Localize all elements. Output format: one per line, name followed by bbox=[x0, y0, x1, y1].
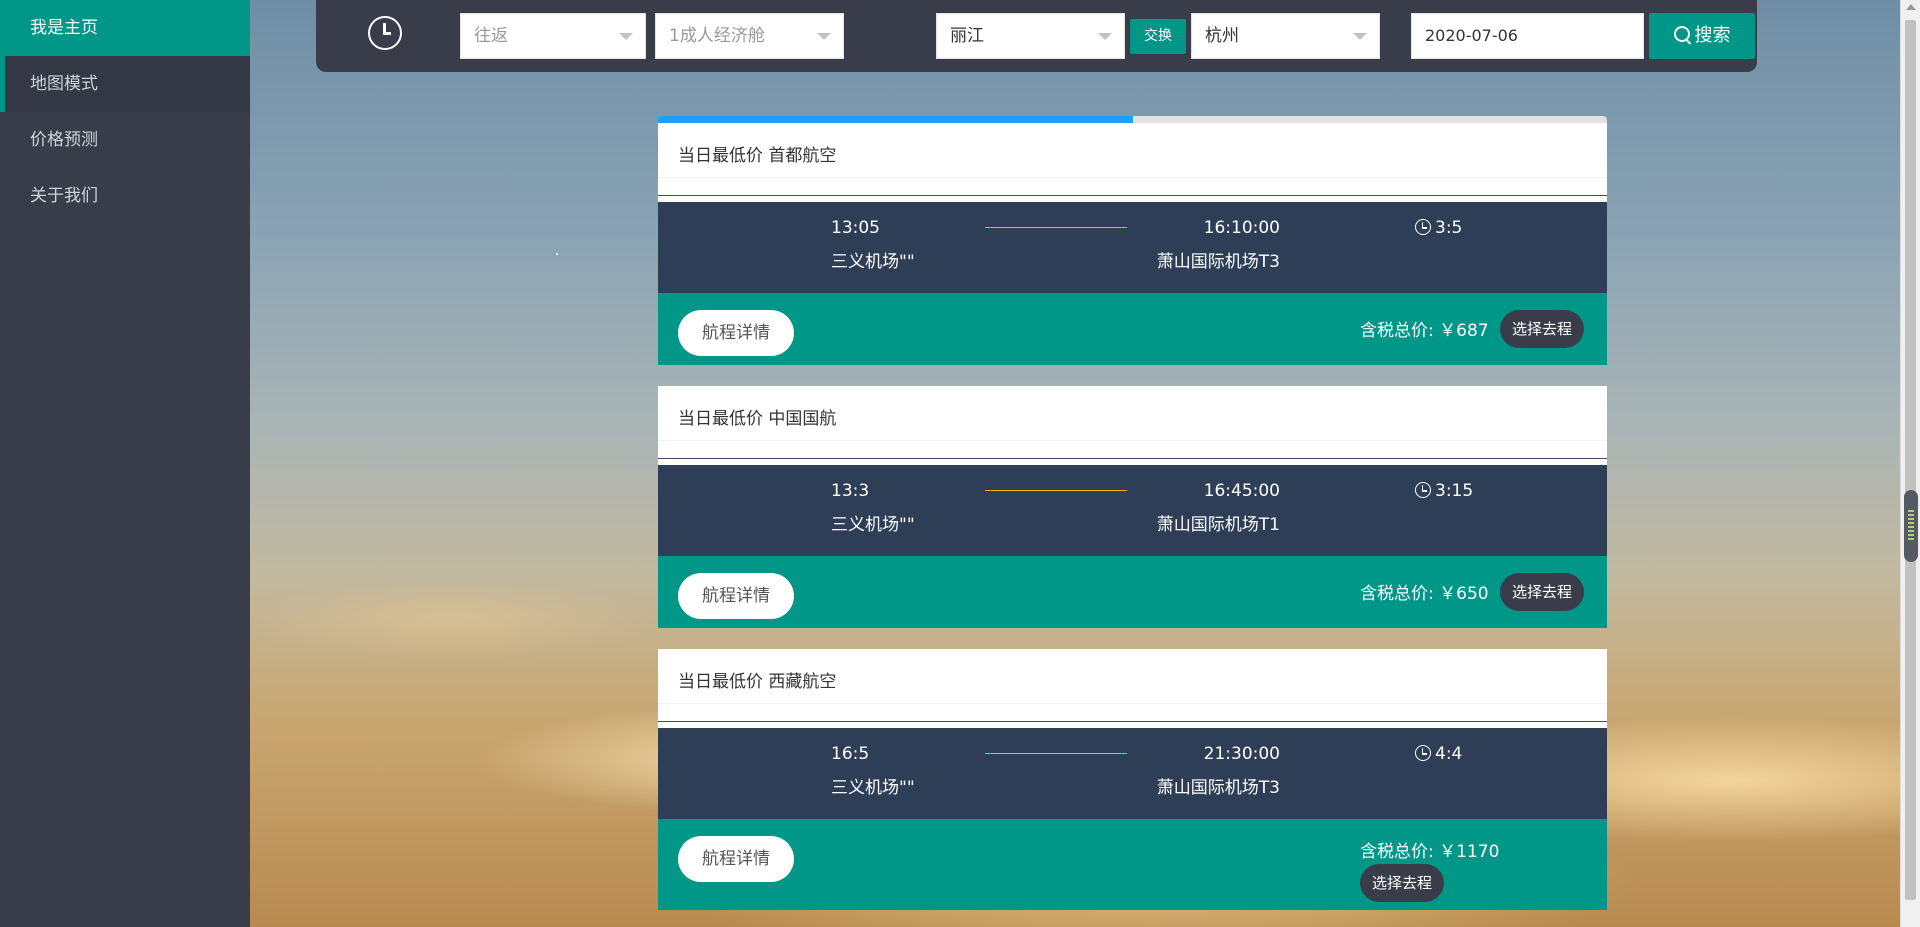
flight-duration: 4:4 bbox=[1415, 744, 1462, 764]
sidebar-item-map-mode[interactable]: 地图模式 bbox=[0, 56, 250, 112]
flight-card-header: 当日最低价 首都航空 bbox=[658, 123, 1607, 195]
trip-type-select[interactable]: 往返 bbox=[460, 13, 646, 59]
clock-icon bbox=[1415, 745, 1431, 761]
select-outbound-button[interactable]: 选择去程 bbox=[1360, 864, 1444, 902]
cabin-select[interactable]: 1成人经济舱 bbox=[655, 13, 844, 59]
divider bbox=[658, 703, 1607, 704]
departure-time: 13:05 bbox=[831, 218, 880, 238]
route-line bbox=[985, 753, 1127, 754]
divider bbox=[658, 458, 1607, 465]
sidebar: 我是主页 地图模式 价格预测 关于我们 bbox=[0, 0, 250, 927]
departure-time: 16:5 bbox=[831, 744, 870, 764]
select-outbound-button[interactable]: 选择去程 bbox=[1500, 573, 1584, 611]
arrival-airport: 萧山国际机场T1 bbox=[1156, 515, 1280, 535]
background-speck bbox=[556, 253, 558, 255]
flight-card: 当日最低价 中国国航 13:3 三义机场"" 16:45:00 萧山国际机场T1… bbox=[658, 386, 1607, 628]
sidebar-item-home[interactable]: 我是主页 bbox=[0, 0, 250, 56]
flight-info: 16:5 三义机场"" 21:30:00 萧山国际机场T3 4:4 bbox=[658, 728, 1607, 819]
total-price: 含税总价: ￥650 bbox=[1360, 584, 1489, 604]
flight-card-footer: 航程详情 含税总价: ￥1170 选择去程 bbox=[658, 819, 1607, 910]
flight-duration: 3:5 bbox=[1415, 218, 1462, 238]
flight-info: 13:3 三义机场"" 16:45:00 萧山国际机场T1 3:15 bbox=[658, 465, 1607, 556]
trip-type-placeholder: 往返 bbox=[474, 26, 508, 46]
flight-info: 13:05 三义机场"" 16:10:00 萧山国际机场T3 3:5 bbox=[658, 202, 1607, 293]
floating-scroll-handle[interactable] bbox=[1904, 490, 1918, 562]
search-button-label: 搜索 bbox=[1694, 25, 1731, 46]
chevron-down-icon bbox=[619, 33, 633, 40]
arrival-airport: 萧山国际机场T3 bbox=[1156, 778, 1280, 798]
clock-icon bbox=[1415, 482, 1431, 498]
total-price: 含税总价: ￥687 bbox=[1360, 321, 1489, 341]
chevron-down-icon bbox=[1098, 33, 1112, 40]
flight-card-title: 当日最低价 首都航空 bbox=[678, 146, 837, 166]
select-outbound-button[interactable]: 选择去程 bbox=[1500, 310, 1584, 348]
to-city-select[interactable]: 杭州 bbox=[1191, 13, 1380, 59]
route-line bbox=[985, 227, 1127, 228]
progress-fill bbox=[658, 116, 1133, 123]
flight-card-title: 当日最低价 西藏航空 bbox=[678, 672, 837, 692]
arrival-time: 16:10:00 bbox=[1203, 218, 1280, 238]
to-city-value: 杭州 bbox=[1205, 26, 1239, 46]
scroll-up-arrow-icon[interactable] bbox=[1906, 4, 1916, 10]
loading-progress-bar bbox=[658, 116, 1607, 123]
history-clock-icon[interactable] bbox=[368, 16, 402, 50]
flight-card-header: 当日最低价 西藏航空 bbox=[658, 649, 1607, 721]
departure-airport: 三义机场"" bbox=[831, 515, 915, 535]
departure-airport: 三义机场"" bbox=[831, 252, 915, 272]
duration-value: 3:15 bbox=[1435, 481, 1474, 501]
divider bbox=[658, 195, 1607, 202]
flight-card-footer: 航程详情 含税总价: ￥650 选择去程 bbox=[658, 556, 1607, 628]
arrival-time: 21:30:00 bbox=[1203, 744, 1280, 764]
divider bbox=[658, 440, 1607, 441]
sidebar-item-about-us[interactable]: 关于我们 bbox=[0, 168, 250, 224]
flight-details-button[interactable]: 航程详情 bbox=[678, 836, 794, 882]
swap-cities-button[interactable]: 交换 bbox=[1130, 19, 1186, 54]
divider bbox=[658, 177, 1607, 178]
flight-duration: 3:15 bbox=[1415, 481, 1473, 501]
route-line bbox=[985, 490, 1127, 491]
flight-details-button[interactable]: 航程详情 bbox=[678, 310, 794, 356]
search-icon bbox=[1673, 26, 1692, 44]
duration-value: 4:4 bbox=[1435, 744, 1463, 764]
flight-card-title: 当日最低价 中国国航 bbox=[678, 409, 837, 429]
from-city-value: 丽江 bbox=[950, 26, 984, 46]
chevron-down-icon bbox=[1353, 33, 1367, 40]
clock-icon bbox=[1415, 219, 1431, 235]
divider bbox=[658, 721, 1607, 728]
flight-card: 当日最低价 西藏航空 16:5 三义机场"" 21:30:00 萧山国际机场T3… bbox=[658, 649, 1607, 910]
date-input[interactable]: 2020-07-06 bbox=[1411, 13, 1644, 59]
flight-card-header: 当日最低价 中国国航 bbox=[658, 386, 1607, 458]
total-price: 含税总价: ￥1170 bbox=[1360, 842, 1500, 862]
arrival-airport: 萧山国际机场T3 bbox=[1156, 252, 1280, 272]
cabin-placeholder: 1成人经济舱 bbox=[669, 26, 765, 46]
departure-airport: 三义机场"" bbox=[831, 778, 915, 798]
departure-time: 13:3 bbox=[831, 481, 870, 501]
arrival-time: 16:45:00 bbox=[1203, 481, 1280, 501]
search-button[interactable]: 搜索 bbox=[1649, 13, 1755, 59]
page-scrollbar[interactable] bbox=[1900, 0, 1920, 927]
flight-details-button[interactable]: 航程详情 bbox=[678, 573, 794, 619]
from-city-select[interactable]: 丽江 bbox=[936, 13, 1125, 59]
sidebar-item-price-prediction[interactable]: 价格预测 bbox=[0, 112, 250, 168]
duration-value: 3:5 bbox=[1435, 218, 1463, 238]
scrollbar-thumb[interactable] bbox=[1905, 20, 1916, 900]
chevron-down-icon bbox=[817, 33, 831, 40]
flight-card: 当日最低价 首都航空 13:05 三义机场"" 16:10:00 萧山国际机场T… bbox=[658, 123, 1607, 365]
flight-card-footer: 航程详情 含税总价: ￥687 选择去程 bbox=[658, 293, 1607, 365]
